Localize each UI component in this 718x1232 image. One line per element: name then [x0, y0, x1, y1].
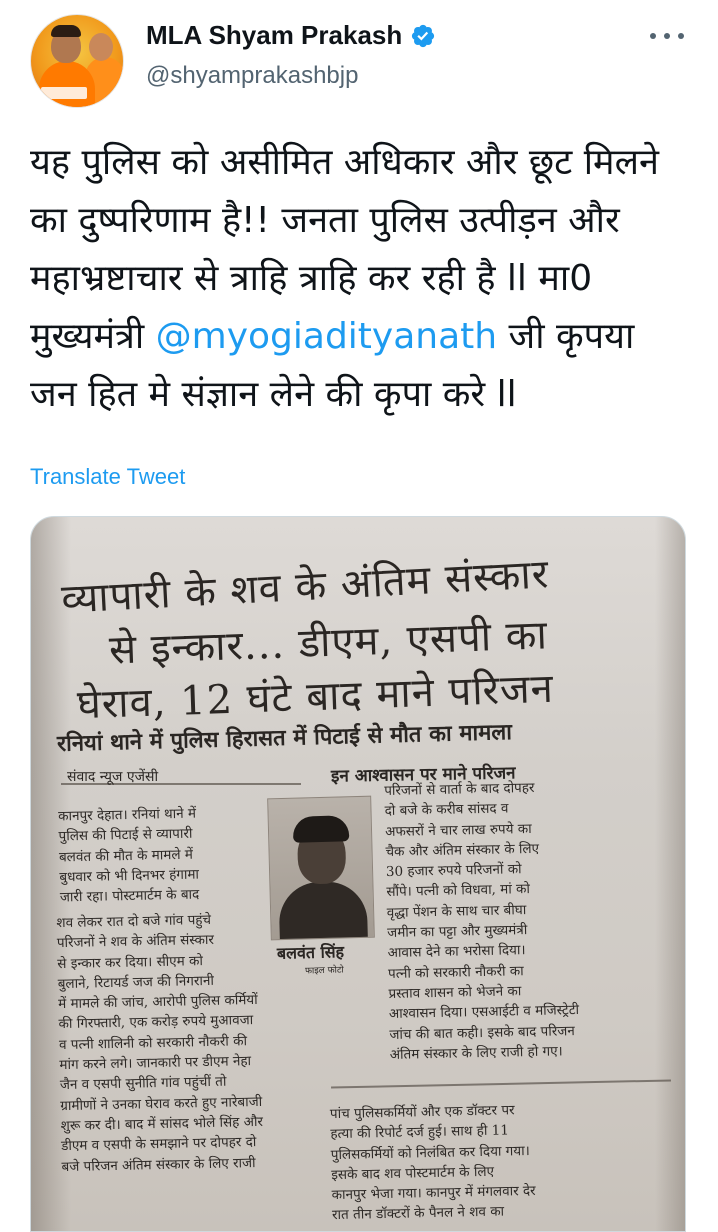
more-options-icon[interactable] [650, 24, 684, 48]
avatar-face-back [89, 33, 113, 61]
paper-shadow-right [655, 517, 685, 1231]
newspaper-line: बलवंत की मौत के मामले में [58, 846, 194, 866]
newspaper-line: पुलिसकर्मियों को निलंबित कर दिया गया। [330, 1142, 530, 1163]
newspaper-line: पुलिस की पिटाई से व्यापारी [58, 825, 193, 845]
tweet-image-newspaper-clipping[interactable]: व्यापारी के शव के अंतिम संस्कार से इन्का… [30, 516, 686, 1232]
author-handle[interactable]: @shyamprakashbjp [146, 62, 358, 90]
author-display-name[interactable]: MLA Shyam Prakash [146, 20, 402, 51]
newspaper-line: बजे परिजन अंतिम संस्कार के लिए राजी [61, 1154, 256, 1175]
tweet-header: MLA Shyam Prakash @shyamprakashbjp [0, 0, 718, 120]
photo-caption: बलवंत सिंह [276, 942, 345, 963]
newspaper-byline: संवाद न्यूज एजेंसी [67, 769, 159, 785]
avatar-hair [51, 25, 81, 37]
photo-caption-small: फाइल फोटो [304, 965, 344, 977]
newspaper-right-column-lower: पांच पुलिसकर्मियों और एक डॉक्टर पर हत्या … [330, 1100, 537, 1226]
newspaper-line: अंतिम संस्कार के लिए राजी हो गए। [389, 1043, 563, 1063]
mention-link[interactable]: @myogiadityanath [156, 316, 497, 357]
avatar-figure [39, 61, 95, 107]
profile-avatar[interactable] [30, 14, 124, 108]
newspaper-left-column: शव लेकर रात दो बजे गांव पहुंचे परिजनों ने… [56, 909, 264, 1177]
newspaper-left-column-top: कानपुर देहात। रनियां थाने में पुलिस की पि… [58, 804, 200, 908]
newspaper-line: रात तीन डॉक्टरों के पैनल ने शव का [331, 1204, 505, 1224]
newspaper-divider-right [331, 1079, 671, 1089]
newspaper-line: जारी रहा। पोस्टमार्टम के बाद [59, 886, 200, 906]
avatar-banner [41, 87, 87, 99]
author-name-row: MLA Shyam Prakash [146, 20, 436, 51]
newspaper-right-column: परिजनों से वार्ता के बाद दोपहर दो बजे के … [384, 777, 580, 1065]
translate-tweet-link[interactable]: Translate Tweet [30, 464, 185, 490]
newspaper-portrait-photo [267, 795, 375, 941]
portrait-body [278, 880, 368, 941]
portrait-hair [292, 815, 350, 843]
tweet-text: यह पुलिस को असीमित अधिकार और छूट मिलने क… [30, 134, 690, 424]
verified-badge-icon [412, 24, 435, 47]
